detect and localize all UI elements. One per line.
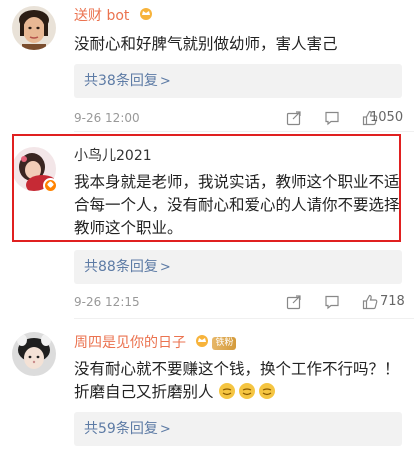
comment-icon[interactable] — [324, 110, 340, 130]
chevron-right-icon: > — [159, 74, 171, 89]
comment-meta: 9-26 12:15 718 — [74, 292, 405, 314]
divider — [74, 318, 414, 319]
timestamp: 9-26 12:00 — [74, 111, 140, 125]
comment-text: 没耐心和好脾气就别做幼师，害人害己 — [74, 35, 338, 53]
like-count: 718 — [380, 294, 405, 309]
reply-box[interactable]: 共38条回复 > — [74, 64, 402, 98]
chevron-right-icon: > — [159, 260, 171, 275]
replies-count[interactable]: 共38条回复 — [84, 73, 158, 89]
divider — [74, 131, 414, 132]
like-icon[interactable] — [362, 294, 378, 314]
like-count: 1050 — [370, 110, 404, 125]
avatar[interactable] — [12, 6, 56, 50]
share-icon[interactable] — [286, 110, 302, 130]
username-text[interactable]: 周四是见你的日子 — [74, 335, 186, 351]
reply-box[interactable]: 共59条回复 > — [74, 412, 402, 446]
share-icon[interactable] — [286, 294, 302, 314]
view-replies-link[interactable]: 共88条回复 > — [84, 250, 171, 285]
comment-meta: 9-26 12:00 1050 — [74, 108, 404, 130]
avatar[interactable] — [12, 332, 56, 376]
fan-badge: 铁粉 — [212, 336, 237, 350]
chevron-right-icon: > — [159, 422, 171, 437]
username[interactable]: 周四是见你的日子 铁粉 — [74, 333, 237, 353]
username-text[interactable]: 送财 bot — [74, 8, 129, 24]
username[interactable]: 送财 bot — [74, 6, 154, 26]
timestamp: 9-26 12:15 — [74, 295, 140, 309]
emoji-icon — [218, 382, 278, 407]
replies-count[interactable]: 共59条回复 — [84, 421, 158, 437]
crown-icon — [138, 6, 154, 26]
view-replies-link[interactable]: 共59条回复 > — [84, 412, 171, 447]
replies-count[interactable]: 共88条回复 — [84, 259, 158, 275]
comment-text: 没有耐心就不要赚这个钱，换个工作不行吗？！折磨自己又折磨别人 — [74, 358, 404, 407]
view-replies-link[interactable]: 共38条回复 > — [84, 64, 171, 99]
crown-icon — [194, 333, 210, 353]
highlight-box — [12, 134, 401, 242]
comment-icon[interactable] — [324, 294, 340, 314]
reply-box[interactable]: 共88条回复 > — [74, 250, 402, 284]
